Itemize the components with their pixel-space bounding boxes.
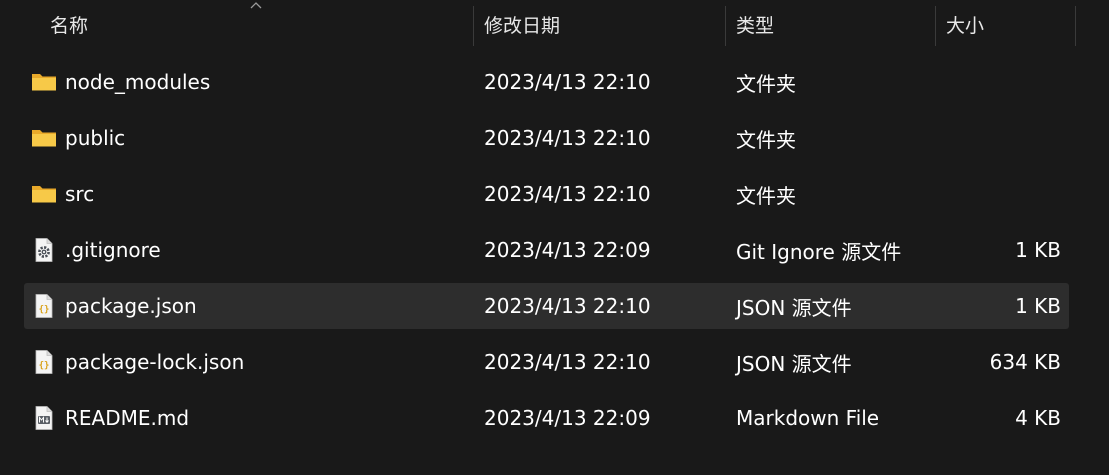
file-type: JSON 源文件 (736, 295, 852, 320)
file-row[interactable]: README.md 2023/4/13 22:09 Markdown File … (24, 395, 1069, 441)
file-date: 2023/4/13 22:10 (484, 350, 651, 374)
file-row[interactable]: node_modules 2023/4/13 22:10 文件夹 (24, 59, 1069, 105)
gear-file-icon (31, 237, 57, 263)
file-row[interactable]: {} package.json 2023/4/13 22:10 JSON 源文件… (24, 283, 1069, 329)
file-date: 2023/4/13 22:10 (484, 70, 651, 94)
column-divider[interactable] (1075, 6, 1076, 46)
column-header-type[interactable]: 类型 (736, 0, 774, 48)
file-type: Git Ignore 源文件 (736, 239, 902, 264)
file-name: .gitignore (65, 238, 161, 262)
file-name: node_modules (65, 70, 211, 94)
file-size: 1 KB (1015, 294, 1061, 318)
column-divider[interactable] (725, 6, 726, 46)
svg-text:{}: {} (39, 305, 50, 315)
file-name: package-lock.json (65, 350, 245, 374)
json-file-icon: {} (31, 293, 57, 319)
column-header-date[interactable]: 修改日期 (484, 0, 560, 48)
sort-ascending-icon (250, 2, 262, 9)
file-row[interactable]: src 2023/4/13 22:10 文件夹 (24, 171, 1069, 217)
file-name: src (65, 182, 95, 206)
column-header-name[interactable]: 名称 (50, 0, 88, 48)
file-name: README.md (65, 406, 190, 430)
file-explorer-list: 名称 修改日期 类型 大小 node_modules 2023/4/13 22:… (0, 0, 1109, 475)
folder-icon (31, 69, 57, 95)
file-type: JSON 源文件 (736, 351, 852, 376)
file-date: 2023/4/13 22:10 (484, 294, 651, 318)
column-divider[interactable] (473, 6, 474, 46)
file-date: 2023/4/13 22:10 (484, 182, 651, 206)
file-date: 2023/4/13 22:10 (484, 126, 651, 150)
file-size: 4 KB (1015, 406, 1061, 430)
markdown-file-icon (31, 405, 57, 431)
file-row[interactable]: public 2023/4/13 22:10 文件夹 (24, 115, 1069, 161)
folder-icon (31, 125, 57, 151)
file-type: 文件夹 (736, 183, 796, 208)
file-row[interactable]: .gitignore 2023/4/13 22:09 Git Ignore 源文… (24, 227, 1069, 273)
file-row[interactable]: {} package-lock.json 2023/4/13 22:10 JSO… (24, 339, 1069, 385)
svg-text:{}: {} (39, 361, 50, 371)
json-file-icon: {} (31, 349, 57, 375)
file-type: 文件夹 (736, 127, 796, 152)
file-type: 文件夹 (736, 71, 796, 96)
file-name: public (65, 126, 126, 150)
file-date: 2023/4/13 22:09 (484, 238, 651, 262)
column-header: 名称 修改日期 类型 大小 (0, 0, 1109, 48)
file-size: 1 KB (1015, 238, 1061, 262)
folder-icon (31, 181, 57, 207)
file-name: package.json (65, 294, 197, 318)
column-divider[interactable] (935, 6, 936, 46)
column-header-size[interactable]: 大小 (946, 0, 984, 48)
file-date: 2023/4/13 22:09 (484, 406, 651, 430)
file-size: 634 KB (989, 350, 1061, 374)
file-type: Markdown File (736, 406, 880, 430)
